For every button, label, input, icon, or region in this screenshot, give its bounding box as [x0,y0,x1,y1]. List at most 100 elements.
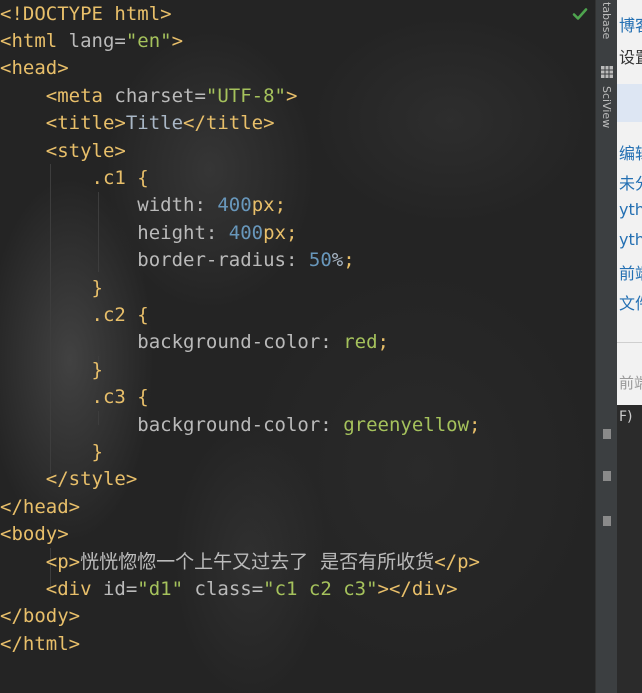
code-line[interactable]: background-color: red; [0,329,389,356]
code-token: "c1 c2 c3" [263,577,378,600]
code-token: <style> [45,139,126,162]
code-token: ; [274,194,287,217]
code-token: px [263,221,287,244]
code-line[interactable]: </style> [0,466,138,493]
panel-footer-frontend: 前端 [619,374,642,392]
code-line[interactable]: .c2 { [0,302,149,329]
terminal-strip: F) [617,405,642,693]
sciview-tab[interactable]: SciView [600,86,613,128]
code-token: "UTF-8" [205,84,286,107]
code-line[interactable]: .c3 { [0,384,149,411]
code-line[interactable]: } [0,357,103,384]
code-line[interactable]: <style> [0,138,126,165]
code-token: ; [377,331,389,354]
code-line[interactable]: <title>Title</title> [0,110,275,137]
code-token: <meta [45,84,115,107]
panel-link-python-1[interactable]: ytho [619,200,642,219]
code-line[interactable]: height: 400px; [0,220,297,247]
code-token: % [331,249,344,272]
code-token: ; [469,413,481,436]
check-icon[interactable] [572,6,588,22]
code-line[interactable]: .c1 { [0,165,149,192]
code-token: > [171,29,184,52]
code-line[interactable]: <meta charset="UTF-8"> [0,83,298,110]
code-token: </body> [0,605,81,628]
code-token: 50 [308,249,332,272]
code-line[interactable]: </html> [0,631,80,658]
code-line[interactable]: <body> [0,521,69,548]
code-token: <div [45,577,103,600]
code-line[interactable]: } [0,439,103,466]
code-token: .c1 { [91,166,149,189]
code-line[interactable]: <!DOCTYPE html> [0,1,172,28]
code-token: .c2 { [91,303,149,326]
code-token: </p> [434,550,480,573]
code-editor[interactable]: <!DOCTYPE html> <html lang="en"> <head> <m… [0,0,595,693]
code-token: "en" [125,29,172,52]
panel-link-edit[interactable]: 编辑 [619,140,642,164]
panel-link-settings[interactable]: 设置 [619,44,642,68]
right-tool-strip: tabase SciView [595,0,618,693]
favorites-icon[interactable] [601,515,613,527]
code-token: } [91,358,103,381]
code-token: } [91,440,103,463]
code-token: class= [194,577,264,600]
code-token: <body> [0,523,69,546]
panel-link-blog[interactable]: 博客 [619,12,642,36]
code-line[interactable]: border-radius: 50%; [0,247,355,274]
bookmark-icon[interactable] [601,428,613,440]
code-token: </title> [183,112,275,135]
code-line[interactable]: width: 400px; [0,192,286,219]
code-token: background-color: [137,413,344,436]
code-token: background-color: [137,331,344,354]
panel-divider [617,342,642,343]
panel-link-files[interactable]: 文件 [619,290,642,314]
code-line[interactable]: <div id="d1" class="c1 c2 c3"></div> [0,576,458,603]
terminal-text: F) [619,409,633,425]
code-token: 400 [217,194,252,217]
code-line[interactable]: } [0,275,103,302]
sciview-grid-icon [601,66,613,78]
code-token: 400 [228,221,264,244]
structure-icon[interactable] [601,470,613,482]
code-line[interactable]: <html lang="en"> [0,28,183,55]
code-token: lang= [68,29,126,52]
code-token: </style> [45,468,138,491]
code-token: <title> [45,112,126,135]
code-line[interactable]: </body> [0,603,80,630]
browser-side-panel: 博客 设置 编辑 未分 ytho ytho 前端 文件 前端 F) [617,0,642,693]
selected-item-highlight [617,84,642,122]
code-line[interactable]: <head> [0,55,69,82]
code-token: ; [286,221,298,244]
code-line[interactable]: <p>恍恍惚惚一个上午又过去了 是否有所收货</p> [0,549,480,576]
code-token: > [286,84,298,107]
code-token: ; [343,249,355,272]
database-tab[interactable]: tabase [600,2,613,39]
code-token: <!DOCTYPE html> [0,2,172,25]
code-line[interactable]: </head> [0,494,80,521]
code-token: <head> [0,57,69,80]
code-token: id= [102,577,138,600]
code-token: <p> [45,550,81,573]
code-token: 恍恍惚惚一个上午又过去了 是否有所收货 [80,550,435,573]
panel-link-python-2[interactable]: ytho [619,230,642,249]
code-token: </html> [0,632,81,655]
panel-link-frontend[interactable]: 前端 [619,260,642,284]
code-line[interactable]: background-color: greenyellow; [0,412,480,439]
panel-link-unsorted[interactable]: 未分 [619,170,642,194]
code-token: <html [0,29,69,52]
